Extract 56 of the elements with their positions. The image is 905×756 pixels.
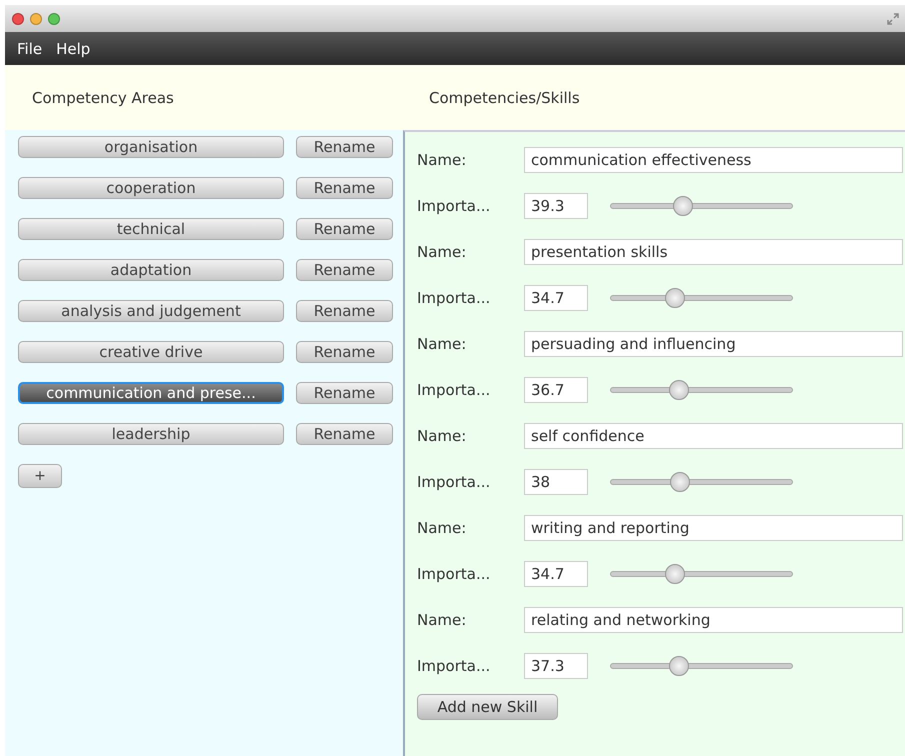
importance-label: Importa...: [417, 289, 492, 307]
area-button[interactable]: communication and prese...: [18, 382, 284, 404]
name-label: Name:: [417, 335, 468, 353]
name-label: Name:: [417, 151, 468, 169]
name-field[interactable]: self confidence: [524, 423, 903, 449]
name-field[interactable]: communication effectiveness: [524, 147, 903, 173]
rename-button[interactable]: Rename: [296, 136, 393, 158]
area-button[interactable]: technical: [18, 218, 284, 240]
rename-button[interactable]: Rename: [296, 341, 393, 363]
panel-title: Competency Areas: [31, 88, 175, 106]
add-area-button[interactable]: +: [18, 464, 62, 488]
zoom-icon[interactable]: [48, 12, 60, 24]
rename-button[interactable]: Rename: [296, 259, 393, 281]
importance-label: Importa...: [417, 197, 492, 215]
name-label: Name:: [417, 519, 468, 537]
name-field[interactable]: relating and networking: [524, 607, 903, 633]
rename-button[interactable]: Rename: [296, 177, 393, 199]
importance-field[interactable]: 38: [524, 469, 588, 495]
importance-label: Importa...: [417, 657, 492, 675]
name-field[interactable]: persuading and influencing: [524, 331, 903, 357]
slider-thumb[interactable]: [673, 196, 694, 216]
rename-button[interactable]: Rename: [296, 423, 393, 445]
name-field[interactable]: writing and reporting: [524, 515, 903, 541]
importance-field[interactable]: 34.7: [524, 285, 588, 311]
name-label: Name:: [417, 243, 468, 261]
importance-field[interactable]: 34.7: [524, 561, 588, 587]
area-button[interactable]: cooperation: [18, 177, 284, 199]
menu-item[interactable]: File: [17, 40, 42, 58]
area-button[interactable]: organisation: [18, 136, 284, 158]
importance-field[interactable]: 36.7: [524, 377, 588, 403]
name-field[interactable]: presentation skills: [524, 239, 903, 265]
importance-label: Importa...: [417, 381, 492, 399]
rename-button[interactable]: Rename: [296, 382, 393, 404]
name-label: Name:: [417, 611, 468, 629]
menu-item[interactable]: Help: [56, 40, 90, 58]
close-icon[interactable]: [12, 12, 24, 24]
area-button[interactable]: analysis and judgement: [18, 300, 284, 322]
rename-button[interactable]: Rename: [296, 218, 393, 240]
add-skill-button[interactable]: Add new Skill: [417, 694, 558, 720]
importance-label: Importa...: [417, 565, 492, 583]
slider-thumb[interactable]: [668, 656, 689, 676]
slider-thumb[interactable]: [670, 472, 690, 492]
importance-field[interactable]: 39.3: [524, 193, 588, 219]
importance-field[interactable]: 37.3: [524, 653, 588, 679]
area-button[interactable]: creative drive: [18, 341, 284, 363]
slider-thumb[interactable]: [665, 288, 686, 308]
area-button[interactable]: leadership: [18, 423, 284, 445]
slider-thumb[interactable]: [668, 380, 689, 400]
slider-thumb[interactable]: [665, 564, 686, 584]
fullscreen-icon[interactable]: [887, 12, 899, 24]
name-label: Name:: [417, 427, 468, 445]
area-button[interactable]: adaptation: [18, 259, 284, 281]
rename-button[interactable]: Rename: [296, 300, 393, 322]
minimize-icon[interactable]: [30, 12, 42, 24]
importance-label: Importa...: [417, 473, 492, 491]
panel-title: Competencies/Skills: [428, 88, 581, 106]
